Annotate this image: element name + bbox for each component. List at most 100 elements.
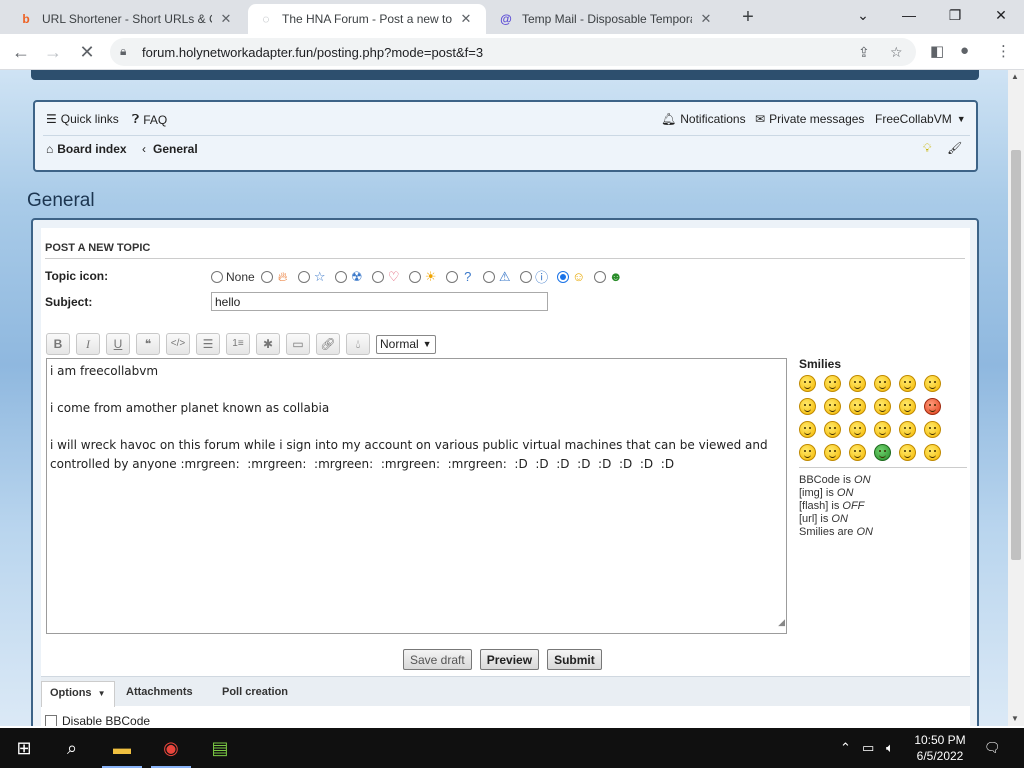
back-button[interactable]: ← [8,39,34,65]
chrome-icon[interactable]: ◉ [147,728,195,768]
evil-smiley-icon[interactable] [824,421,841,438]
breadcrumb-general-link[interactable]: General [153,142,198,156]
board-index-link[interactable]: ⌂ Board index [46,142,127,156]
tab-poll-creation[interactable]: Poll creation [222,686,288,698]
quick-links-link[interactable]: ☰ Quick links [46,112,119,126]
disable-bbcode-checkbox[interactable] [45,715,57,726]
confused-smiley-icon[interactable] [799,398,816,415]
scroll-up-arrow-icon[interactable]: ▲ [1011,72,1019,81]
private-messages-link[interactable]: ✉︎ Private messages [755,112,864,126]
lock-icon[interactable]: 🔒︎ [120,44,126,59]
scroll-down-arrow-icon[interactable]: ▼ [1011,714,1019,723]
resize-handle[interactable]: ◢ [778,614,785,633]
topic-icon-radio-radioactive[interactable] [334,270,347,283]
submit-button[interactable]: Submit [547,649,602,670]
mad-smiley-icon[interactable] [874,398,891,415]
forward-button[interactable]: → [40,39,66,65]
chevron-up-icon[interactable]: ⌃ [840,740,851,756]
address-bar[interactable]: 🔒︎ forum.holynetworkadapter.fun/posting.… [110,38,916,66]
cool-smiley-icon[interactable] [824,398,841,415]
save-draft-button[interactable]: Save draft [403,649,472,670]
geek-smiley-icon[interactable] [899,444,916,461]
topic-icon-radio-sun[interactable] [408,270,421,283]
bold-button[interactable]: B [46,333,70,355]
topic-icon-radio-rolling-eyes[interactable] [556,270,569,283]
wink-smiley-icon[interactable] [849,375,866,392]
bookmark-star-icon[interactable]: ☆ [890,44,903,61]
faq-link[interactable]: ❓︎ FAQ [132,112,167,127]
twisted-evil-smiley-icon[interactable] [849,421,866,438]
image-button[interactable]: ▭ [286,333,310,355]
topic-icon-radio-sick[interactable] [593,270,606,283]
tab-search-icon[interactable]: ⌄ [840,0,886,32]
topic-icon-radio-none[interactable] [211,270,223,283]
topic-icon-radio-star[interactable] [297,270,310,283]
quote-button[interactable]: ❝ [136,333,160,355]
minimize-button[interactable]: — [886,0,932,32]
new-tab-button[interactable]: + [736,6,760,30]
restore-button[interactable]: ❐ [932,0,978,32]
topic-icon-radio-info[interactable] [519,270,532,283]
bullet-list-button[interactable]: ☰ [196,333,220,355]
rolling-eyes-smiley-icon[interactable] [874,421,891,438]
smile-smiley-icon[interactable] [824,375,841,392]
neutral-smiley-icon[interactable] [849,444,866,461]
idea-smiley-icon[interactable] [799,444,816,461]
code-button[interactable]: </> [166,333,190,355]
surprised-smiley-icon[interactable] [899,375,916,392]
color-button[interactable]: 💧︎ [346,333,370,355]
browser-tab-hna-forum[interactable]: ◌ The HNA Forum - Post a new top ✕ [248,4,486,34]
exclamation-smiley-icon[interactable] [899,421,916,438]
lightbulb-icon[interactable]: 💡︎ [923,141,931,156]
embarrassed-smiley-icon[interactable] [924,398,941,415]
tab-attachments[interactable]: Attachments [126,686,193,698]
topic-icon-radio-fire[interactable] [260,270,273,283]
font-size-select[interactable]: Normal ▼ [376,334,436,354]
subject-input[interactable]: hello [211,292,548,311]
share-icon[interactable]: ⇪ [858,44,870,61]
italic-button[interactable]: I [76,333,100,355]
laughing-smiley-icon[interactable] [849,398,866,415]
tab-options[interactable]: Options ▼ [41,681,115,707]
very-happy-smiley-icon[interactable] [799,375,816,392]
question-smiley-icon[interactable] [924,421,941,438]
message-textarea[interactable]: i am freecollabvm i come from amother pl… [46,358,787,634]
uber-geek-smiley-icon[interactable] [924,444,941,461]
mr-green-smiley-icon[interactable] [874,444,891,461]
disable-bbcode-option[interactable]: Disable BBCode [45,714,150,726]
volume-icon[interactable]: 🔈︎ [886,740,894,756]
numbered-list-button[interactable]: 1≡ [226,333,250,355]
system-clock[interactable]: 10:50 PM 6/5/2022 [908,732,972,764]
file-explorer-icon[interactable]: ▬ [98,728,146,768]
topic-icon-radio-warning[interactable] [482,270,495,283]
close-window-button[interactable]: ✕ [978,0,1024,32]
link-button[interactable]: 🔗︎ [316,333,340,355]
crying-smiley-icon[interactable] [799,421,816,438]
eh-smiley-icon[interactable] [874,375,891,392]
underline-button[interactable]: U [106,333,130,355]
paintbrush-icon[interactable]: 🖌︎ [947,141,962,155]
browser-menu-icon[interactable]: ⋮ [996,42,1011,60]
close-tab-icon[interactable]: ✕ [218,11,234,27]
profile-avatar-icon[interactable]: ● [960,42,969,59]
stop-loading-button[interactable]: ✕ [74,39,100,65]
page-scrollbar[interactable]: ▲ ▼ [1008,70,1024,726]
razz-smiley-icon[interactable] [899,398,916,415]
notifications-icon[interactable]: 🗨︎ [984,740,1001,756]
network-icon[interactable]: ▭ [862,740,874,756]
close-tab-icon[interactable]: ✕ [458,11,474,27]
windows-start-icon[interactable]: ⊞ [0,728,48,768]
notepad-chart-icon[interactable]: ▤ [196,728,244,768]
user-menu[interactable]: FreeCollabVM ▼ [875,112,970,126]
topic-icon-radio-heart[interactable] [371,270,384,283]
forum-title[interactable]: General [27,190,95,212]
arrow-smiley-icon[interactable] [824,444,841,461]
preview-button[interactable]: Preview [479,649,540,670]
notifications-link[interactable]: 🔔︎ Notifications [661,112,746,126]
search-icon[interactable]: ⌕ [48,728,96,768]
topic-icon-radio-question[interactable] [445,270,458,283]
browser-tab-temp-mail[interactable]: @ Temp Mail - Disposable Tempora ✕ [488,4,724,34]
list-item-button[interactable]: ✱ [256,333,280,355]
side-panel-icon[interactable]: ◧ [930,42,944,60]
browser-tab-url-shortener[interactable]: b URL Shortener - Short URLs & Cu ✕ [8,4,244,34]
